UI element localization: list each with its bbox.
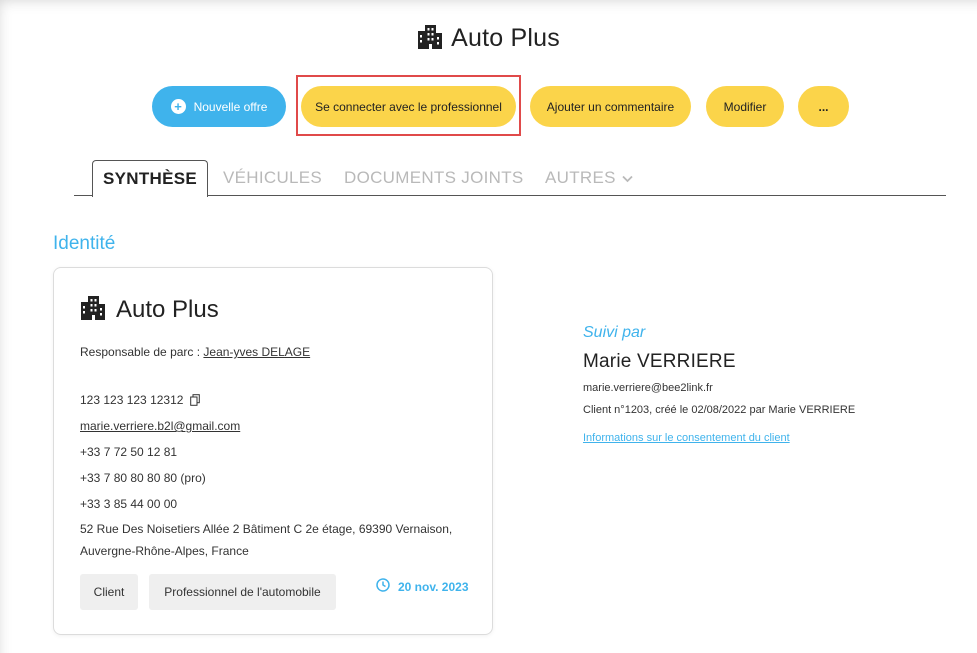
tab-autres[interactable]: AUTRES: [545, 160, 633, 196]
add-comment-label: Ajouter un commentaire: [546, 99, 675, 114]
tab-synthese[interactable]: SYNTHÈSE: [92, 160, 208, 197]
followup-name: Marie VERRIERE: [583, 351, 736, 372]
edit-button[interactable]: Modifier: [706, 86, 784, 127]
edit-label: Modifier: [723, 99, 767, 114]
client-info: Client n°1203, créé le 02/08/2022 par Ma…: [583, 404, 856, 416]
phone-2: +33 7 80 80 80 80 (pro): [80, 471, 206, 485]
siret-value: 123 123 123 12312: [80, 393, 184, 407]
more-icon: ...: [818, 99, 829, 114]
page-title-text: Auto Plus: [451, 24, 560, 52]
card-title: Auto Plus: [80, 296, 219, 327]
clock-icon: [376, 578, 390, 595]
tab-documents-joints[interactable]: DOCUMENTS JOINTS: [344, 160, 524, 196]
email-link[interactable]: marie.verriere.b2l@gmail.com: [80, 419, 240, 433]
new-offer-button[interactable]: + Nouvelle offre: [152, 86, 286, 127]
plus-icon: +: [170, 99, 186, 114]
tab-autres-label: AUTRES: [545, 168, 616, 187]
consent-link[interactable]: Informations sur le consentement du clie…: [583, 432, 790, 444]
creation-date: 20 nov. 2023: [376, 578, 469, 595]
page-title: Auto Plus: [0, 24, 977, 56]
tab-documents-label: DOCUMENTS JOINTS: [344, 168, 524, 187]
creation-date-text: 20 nov. 2023: [398, 579, 469, 594]
manager-row: Responsable de parc : Jean-yves DELAGE: [80, 345, 310, 359]
add-comment-button[interactable]: Ajouter un commentaire: [530, 86, 691, 127]
phone-1: +33 7 72 50 12 81: [80, 445, 178, 459]
tab-vehicules-label: VÉHICULES: [223, 168, 323, 187]
identity-card: Auto Plus Responsable de parc : Jean-yve…: [53, 267, 493, 635]
copy-icon[interactable]: [189, 394, 200, 409]
tag-client: Client: [80, 574, 138, 610]
followup-email: marie.verriere@bee2link.fr: [583, 382, 713, 394]
address-line-2: Auvergne-Rhône-Alpes, France: [80, 544, 249, 558]
followup-label: Suivi par: [583, 324, 646, 341]
section-title-identity: Identité: [53, 233, 116, 254]
more-button[interactable]: ...: [798, 86, 849, 127]
tag-professional: Professionnel de l'automobile: [149, 574, 336, 610]
address: 52 Rue Des Noisetiers Allée 2 Bâtiment C…: [80, 518, 460, 562]
card-title-text: Auto Plus: [116, 296, 219, 323]
building-icon: [417, 25, 443, 56]
tab-synthese-label: SYNTHÈSE: [102, 169, 198, 188]
manager-label: Responsable de parc :: [80, 345, 201, 359]
chevron-down-icon: [622, 168, 633, 188]
phone-3: +33 3 85 44 00 00: [80, 497, 178, 511]
address-line-1: 52 Rue Des Noisetiers Allée 2 Bâtiment C…: [80, 522, 453, 536]
tab-bar: SYNTHÈSE VÉHICULES DOCUMENTS JOINTS AUTR…: [74, 160, 946, 197]
building-icon: [80, 296, 106, 327]
manager-link[interactable]: Jean-yves DELAGE: [203, 345, 310, 359]
tab-vehicules[interactable]: VÉHICULES: [223, 160, 322, 196]
new-offer-label: Nouvelle offre: [193, 99, 268, 114]
siret-row: 123 123 123 12312: [80, 393, 200, 409]
highlight-box: [296, 75, 521, 136]
